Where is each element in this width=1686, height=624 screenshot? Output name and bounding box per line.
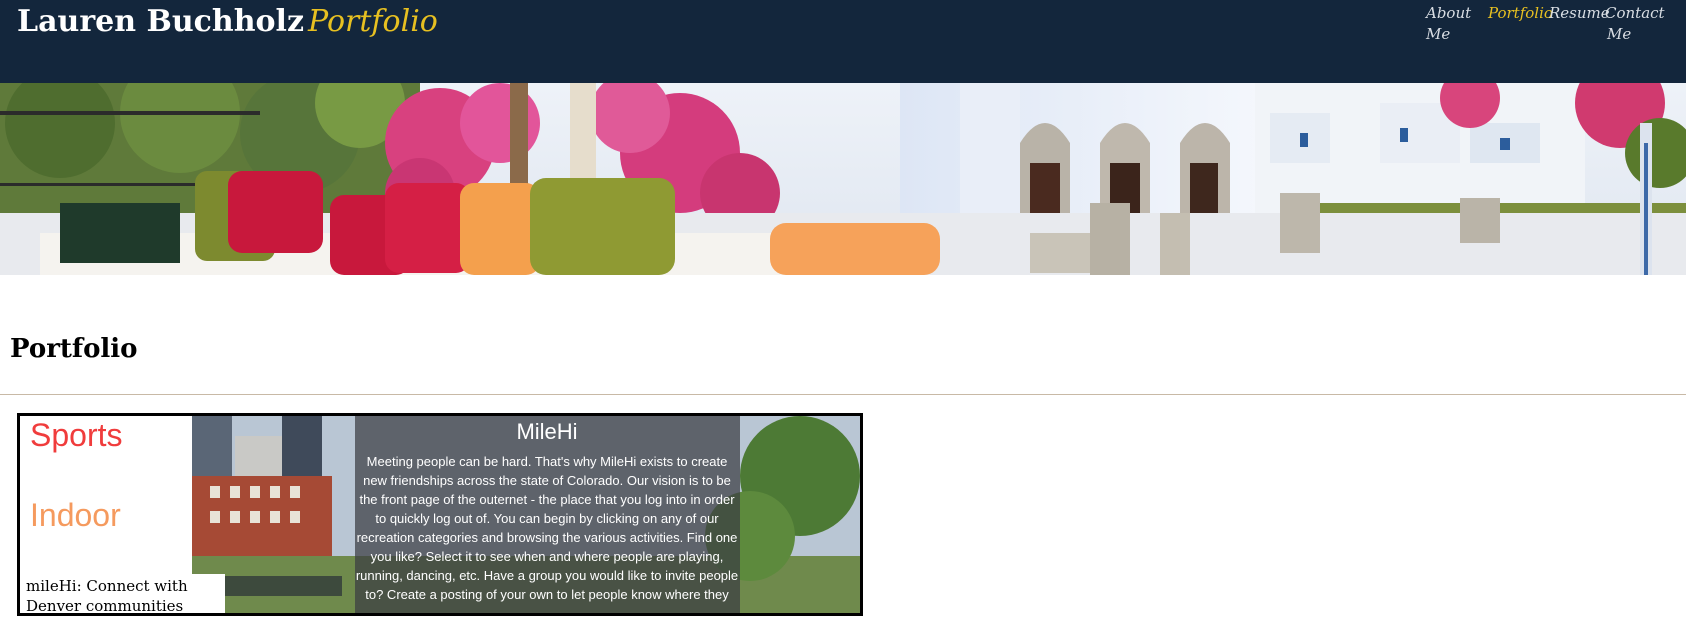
description-line: new friendships across the state of Colo… — [363, 473, 731, 488]
section-divider — [0, 394, 1686, 395]
brand-logo[interactable]: Lauren Buchholz Portfolio — [17, 4, 438, 39]
description-line: you like? Select it to see when and wher… — [371, 549, 724, 564]
app-title: MileHi — [516, 419, 577, 444]
hero-banner-image — [0, 83, 1686, 275]
nav-link-label: About — [1426, 4, 1472, 22]
brand-accent: Portfolio — [308, 4, 438, 39]
category-sports-label: Sports — [30, 417, 122, 453]
nav-link-label: Me — [1607, 25, 1632, 43]
description-line: to? Create a posting of your own to let … — [365, 587, 729, 602]
nav-link-contact-me[interactable]: Contact Me — [1605, 3, 1665, 45]
navbar: Lauren Buchholz Portfolio About Me Portfo… — [0, 0, 1686, 83]
nav-link-portfolio[interactable]: Portfolio — [1488, 3, 1553, 24]
nav-link-label: Contact — [1605, 4, 1665, 22]
description-line: running, dancing, etc. Have a group you … — [356, 568, 738, 583]
description-line: Meeting people can be hard. That's why M… — [367, 454, 728, 469]
nav-link-resume[interactable]: Resume — [1549, 3, 1610, 24]
nav-link-about-me[interactable]: About Me — [1426, 3, 1471, 45]
page-title: Portfolio — [10, 334, 138, 364]
project-card[interactable]: Sports Indoor MileHi Meeting people can … — [17, 413, 863, 616]
category-indoor-label: Indoor — [30, 497, 121, 533]
nav-link-label: Me — [1426, 25, 1451, 43]
nav-link-label: Portfolio — [1488, 4, 1553, 22]
description-line: to quickly log out of. You can begin by … — [375, 511, 719, 526]
project-caption: mileHi: Connect with Denver communities — [20, 574, 225, 613]
brand-name: Lauren Buchholz — [17, 4, 304, 39]
nav-link-label: Resume — [1549, 4, 1610, 22]
description-line: recreation categories and browsing the v… — [357, 530, 738, 545]
description-line: the front page of the outernet - the pla… — [359, 492, 735, 507]
